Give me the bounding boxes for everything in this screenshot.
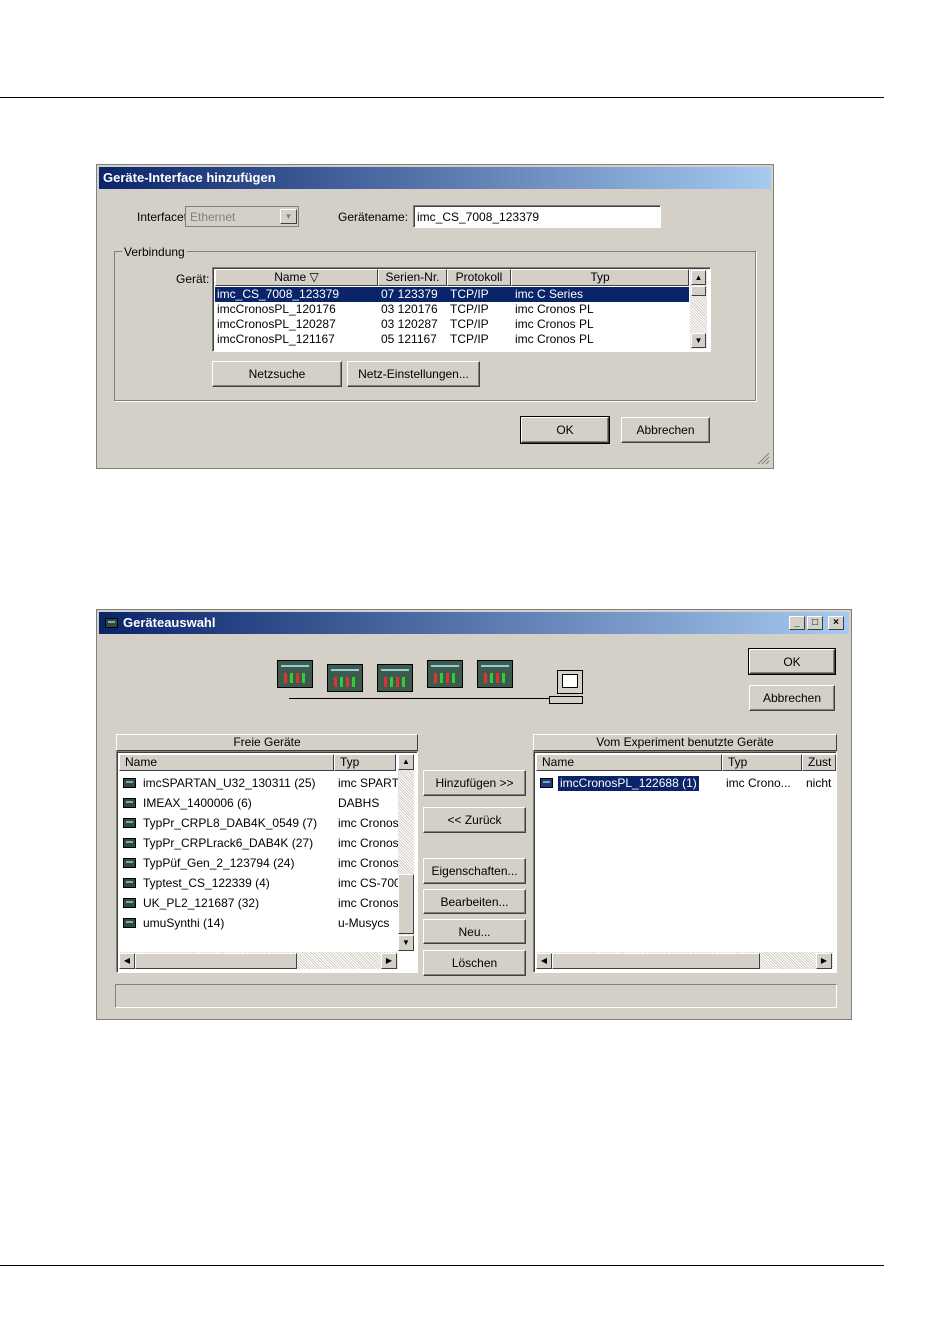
interfacetyp-select[interactable]: Ethernet ▼: [185, 206, 299, 227]
netzsuche-button[interactable]: Netzsuche: [212, 361, 342, 387]
close-icon[interactable]: ×: [828, 616, 844, 630]
scroll-down-icon[interactable]: ▼: [398, 935, 414, 951]
column-header-type[interactable]: Typ: [511, 269, 689, 286]
column-header-type[interactable]: Typ: [722, 754, 802, 771]
dialog-title: Geräte-Interface hinzufügen: [99, 167, 771, 189]
maximize-icon[interactable]: □: [807, 616, 823, 630]
device-rack-icon: [377, 664, 413, 692]
free-devices-header: Freie Geräte: [116, 734, 418, 751]
netz-einstellungen-button[interactable]: Netz-Einstellungen...: [347, 361, 480, 387]
scroll-up-icon[interactable]: ▲: [398, 754, 414, 770]
keyboard-icon: [549, 696, 583, 704]
ok-button[interactable]: OK: [520, 416, 610, 444]
device-icon: [123, 858, 136, 868]
dialog-title: Geräteauswahl: [99, 612, 849, 634]
column-header-name[interactable]: Name: [536, 754, 722, 771]
used-devices-list[interactable]: Name Typ Zust imcCronosPL_122688 (1) imc…: [533, 751, 837, 973]
device-rack-icon: [327, 664, 363, 692]
device-rack-icon: [277, 660, 313, 688]
page-bottom-rule: [0, 1265, 884, 1266]
scrollbar-thumb[interactable]: [135, 953, 297, 969]
abbrechen-button[interactable]: Abbrechen: [621, 417, 710, 443]
device-icon: [123, 898, 136, 908]
column-header-state[interactable]: Zust: [802, 754, 836, 771]
list-item[interactable]: TypPüf_Gen_2_123794 (24) imc Cronos: [121, 855, 398, 873]
device-icon: [123, 918, 136, 928]
scroll-up-icon[interactable]: ▲: [691, 270, 706, 285]
scrollbar-thumb[interactable]: [552, 953, 760, 969]
scroll-right-icon[interactable]: ▶: [816, 953, 832, 969]
device-icon: [123, 878, 136, 888]
hinzufuegen-button[interactable]: Hinzufügen >>: [423, 770, 526, 796]
geraetename-input[interactable]: [413, 205, 661, 228]
neu-button[interactable]: Neu...: [423, 919, 526, 944]
list-item[interactable]: imcCronosPL_120287 03 120287 TCP/IP imc …: [215, 317, 689, 332]
network-diagram: [275, 656, 595, 716]
column-header-type[interactable]: Typ: [334, 754, 396, 771]
dialog-geraete-interface: Geräte-Interface hinzufügen Interfacetyp…: [96, 164, 774, 469]
device-icon: [123, 798, 136, 808]
scrollbar-thumb[interactable]: [691, 286, 706, 296]
device-rack-icon: [427, 660, 463, 688]
free-devices-list[interactable]: Name Typ imcSPARTAN_U32_130311 (25) imc …: [116, 751, 418, 973]
used-devices-header: Vom Experiment benutzte Geräte: [533, 734, 837, 751]
scrollbar-thumb[interactable]: [398, 874, 414, 934]
list-item[interactable]: TypPr_CRPL8_DAB4K_0549 (7) imc Cronos: [121, 815, 398, 833]
list-item[interactable]: imcCronosPL_120176 03 120176 TCP/IP imc …: [215, 302, 689, 317]
column-header-name[interactable]: Name ▽: [215, 269, 378, 286]
page-top-rule: [0, 97, 884, 98]
status-bar: [115, 984, 837, 1008]
device-icon: [123, 778, 136, 788]
scroll-right-icon[interactable]: ▶: [381, 953, 397, 969]
eigenschaften-button[interactable]: Eigenschaften...: [423, 858, 526, 884]
network-line: [289, 698, 555, 699]
device-icon: [123, 838, 136, 848]
geraetename-label: Gerätename:: [338, 210, 409, 224]
bearbeiten-button[interactable]: Bearbeiten...: [423, 889, 526, 914]
column-header-serial[interactable]: Serien-Nr.: [378, 269, 447, 286]
device-icon: [123, 818, 136, 828]
computer-icon: [557, 670, 583, 694]
device-list[interactable]: Name ▽ Serien-Nr. Protokoll Typ imc_CS_7…: [212, 267, 711, 352]
loeschen-button[interactable]: Löschen: [423, 950, 526, 976]
abbrechen-button[interactable]: Abbrechen: [749, 685, 835, 711]
device-rack-icon: [477, 660, 513, 688]
verbindung-group-title: Verbindung: [122, 245, 187, 259]
list-item[interactable]: imc_CS_7008_123379 07 123379 TCP/IP imc …: [215, 287, 689, 302]
resize-grip-icon[interactable]: [756, 451, 770, 465]
zurueck-button[interactable]: << Zurück: [423, 807, 526, 833]
scroll-down-icon[interactable]: ▼: [691, 333, 706, 348]
chevron-down-icon[interactable]: ▼: [280, 209, 297, 224]
list-item[interactable]: UK_PL2_121687 (32) imc Cronos: [121, 895, 398, 913]
minimize-icon[interactable]: _: [789, 616, 805, 630]
scroll-left-icon[interactable]: ◀: [536, 953, 552, 969]
list-item[interactable]: imcSPARTAN_U32_130311 (25) imc SPART: [121, 775, 398, 793]
list-item[interactable]: imcCronosPL_122688 (1) imc Crono... nich…: [538, 775, 834, 793]
dialog-geraeteauswahl: Geräteauswahl _ □ × OK Abbrechen Freie G…: [96, 609, 852, 1020]
device-icon: [540, 778, 553, 788]
geraet-label: Gerät:: [176, 272, 210, 286]
ok-button[interactable]: OK: [748, 648, 836, 675]
list-item[interactable]: imcCronosPL_121167 05 121167 TCP/IP imc …: [215, 332, 689, 347]
scroll-left-icon[interactable]: ◀: [119, 953, 135, 969]
list-item[interactable]: umuSynthi (14) u-Musycs: [121, 915, 397, 933]
app-icon: [105, 618, 118, 628]
column-header-name[interactable]: Name: [119, 754, 334, 771]
column-header-protocol[interactable]: Protokoll: [447, 269, 511, 286]
interfacetyp-value: Ethernet: [190, 210, 236, 224]
list-item[interactable]: IMEAX_1400006 (6) DABHS: [121, 795, 397, 813]
list-item[interactable]: TypPr_CRPLrack6_DAB4K (27) imc Cronos: [121, 835, 398, 853]
list-item[interactable]: Typtest_CS_122339 (4) imc CS-700: [121, 875, 398, 893]
